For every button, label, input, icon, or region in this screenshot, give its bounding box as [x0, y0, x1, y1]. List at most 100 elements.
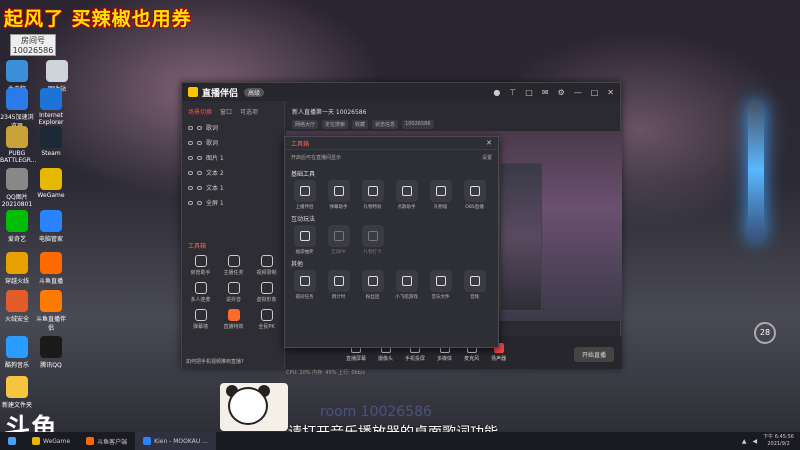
dialog-tool-item[interactable]: 音乐文件: [427, 270, 454, 300]
avatar-icon[interactable]: ●: [493, 88, 500, 97]
desktop-icon[interactable]: 斗鱼直播伴侣: [34, 290, 68, 332]
dialog-tool-item[interactable]: 上播伴侣: [291, 180, 318, 210]
toolbox-item[interactable]: 说抖音: [217, 282, 250, 303]
side-preview-window[interactable]: [500, 163, 542, 311]
help-hint[interactable]: 如何把手机视频推到直播?: [186, 358, 244, 365]
app-logo: 直播伴侣: [188, 86, 238, 99]
go-live-button[interactable]: 开始直播: [573, 347, 614, 362]
scene-tabs: 场景切换 窗口 可选项: [182, 101, 284, 120]
lock-icon[interactable]: [197, 140, 202, 145]
start-button[interactable]: [0, 432, 24, 450]
dialog-tool-item[interactable]: 弹幕助手: [325, 180, 352, 210]
desktop-icon[interactable]: 穿越火线: [0, 252, 34, 285]
room-meta-item[interactable]: 收藏: [352, 120, 369, 129]
dialog-tool-item[interactable]: 音频: [461, 270, 488, 300]
desktop-icon[interactable]: 斗鱼直播: [34, 252, 68, 285]
dialog-tool-item[interactable]: 粉丝团: [359, 270, 386, 300]
layer-item[interactable]: 文本 1: [182, 180, 284, 195]
dialog-tool-item[interactable]: 点歌助手: [393, 180, 420, 210]
settings-icon[interactable]: ⚙: [558, 88, 565, 97]
dialog-tool-item[interactable]: 礼物墙: [427, 180, 454, 210]
lock-icon[interactable]: [197, 170, 202, 175]
dialog-tool-item[interactable]: 夜间任务: [291, 270, 318, 300]
desktop-icon[interactable]: 新建文件夹: [0, 376, 34, 409]
layer-item[interactable]: 图片 1: [182, 150, 284, 165]
close-icon[interactable]: ✕: [607, 88, 614, 97]
layer-item[interactable]: 全屏 1: [182, 195, 284, 210]
shirt-icon[interactable]: ⊤: [509, 88, 516, 97]
layer-item[interactable]: 文本 2: [182, 165, 284, 180]
speed-bubble[interactable]: 28: [754, 322, 776, 344]
dialog-tool-item[interactable]: 互动PK: [325, 225, 352, 255]
desktop-icon[interactable]: 爱奇艺: [0, 210, 34, 243]
eye-icon[interactable]: [188, 155, 193, 160]
dialog-tool-item[interactable]: 礼物打卡: [359, 225, 386, 255]
tab-window[interactable]: 窗口: [220, 107, 232, 116]
layer-item[interactable]: 歌词: [182, 120, 284, 135]
toolbox-item[interactable]: 视频录制: [250, 255, 283, 276]
dialog-settings-link[interactable]: 设置: [482, 154, 492, 161]
room-title[interactable]: 新人直播第一天 10026586: [292, 107, 616, 116]
lock-icon[interactable]: [197, 200, 202, 205]
network-icon[interactable]: ▲: [742, 438, 747, 445]
dialog-tool-item[interactable]: OBS直播: [461, 180, 488, 210]
eye-icon[interactable]: [188, 185, 193, 190]
eye-icon[interactable]: [188, 200, 193, 205]
eye-icon[interactable]: [188, 170, 193, 175]
desktop-icon[interactable]: 电脑管家: [34, 210, 68, 243]
version-tag[interactable]: 高级: [244, 87, 265, 97]
taskbar-item[interactable]: WeGame: [24, 432, 78, 450]
tab-options[interactable]: 可选项: [240, 107, 258, 116]
lock-icon[interactable]: [197, 125, 202, 130]
clock[interactable]: 下午 6:45:56 2021/9/2: [763, 434, 794, 448]
app-titlebar: 直播伴侣 高级 ● ⊤ □ ✉ ⚙ — □ ✕: [182, 83, 620, 101]
tool-tile: [327, 270, 350, 292]
lock-icon[interactable]: [197, 155, 202, 160]
taskbar-item[interactable]: Kien - MOOKAU ...: [135, 432, 216, 450]
titlebar-icons: ● ⊤ □ ✉ ⚙ — □ ✕: [493, 88, 614, 97]
volume-icon[interactable]: ◀: [753, 438, 758, 445]
dialog-tool-item[interactable]: 福袋抽奖: [291, 225, 318, 255]
desktop-icon[interactable]: 腾讯QQ: [34, 336, 68, 369]
tool-icon: [333, 276, 344, 286]
maximize-icon[interactable]: □: [591, 88, 599, 97]
desktop-icon[interactable]: PUBG BATTLEGR...: [0, 126, 36, 164]
desktop-icon[interactable]: Internet Explorer: [34, 88, 68, 126]
desktop-icon[interactable]: QQ图片20210801: [0, 168, 34, 208]
tool-icon: [299, 276, 310, 286]
left-panel: 场景切换 窗口 可选项 歌词 歌词 图片 1 文本 2 文本 1 全屏 1 工具箱 房管助…: [182, 101, 285, 369]
dialog-tool-item[interactable]: 礼物特效: [359, 180, 386, 210]
toolbox-item[interactable]: 弹幕墙: [184, 309, 217, 330]
gift-icon[interactable]: □: [525, 88, 533, 97]
desktop-icon[interactable]: WeGame: [34, 168, 68, 199]
toolbox-dialog: 工具箱 ✕ 开启后可在直播间显示 设置 基础工具 上播伴侣 弹幕助手 礼物特效 点歌助手…: [284, 136, 499, 348]
desktop-icon[interactable]: 火绒安全: [0, 290, 34, 323]
toolbox-item[interactable]: 全民PK: [250, 309, 283, 330]
tab-scene[interactable]: 场景切换: [188, 107, 212, 116]
eye-icon[interactable]: [188, 125, 193, 130]
room-meta-item[interactable]: 网络大厅: [292, 120, 319, 129]
minimize-icon[interactable]: —: [574, 88, 582, 97]
dialog-tool-item[interactable]: 小飞船游戏: [393, 270, 420, 300]
desktop-icon[interactable]: 酷狗音乐: [0, 336, 34, 369]
lock-icon[interactable]: [197, 185, 202, 190]
toolbox-item[interactable]: 直播特效: [217, 309, 250, 330]
desktop-icon-label: 火绒安全: [4, 316, 29, 323]
toolbox-item[interactable]: 主播任务: [217, 255, 250, 276]
room-meta-item[interactable]: 状态信息: [372, 120, 399, 129]
toolbox-item[interactable]: 多人连麦: [184, 282, 217, 303]
dialog-tool-label: 上播伴侣: [295, 205, 314, 210]
desktop-icon[interactable]: 2345加速浏览器: [0, 88, 34, 130]
close-icon[interactable]: ✕: [486, 139, 492, 147]
layer-label: 全屏 1: [206, 200, 224, 207]
desktop-icon[interactable]: Steam: [34, 126, 68, 157]
taskbar-item[interactable]: 斗鱼客户端: [78, 432, 135, 450]
toolbox-item[interactable]: 虚拟形象: [250, 282, 283, 303]
layer-item[interactable]: 歌词: [182, 135, 284, 150]
mail-icon[interactable]: ✉: [542, 88, 549, 97]
dialog-tool-item[interactable]: 倒计时: [325, 270, 352, 300]
eye-icon[interactable]: [188, 140, 193, 145]
toolbox-item[interactable]: 房管助手: [184, 255, 217, 276]
room-meta-item[interactable]: 10026586: [402, 120, 434, 129]
room-meta-item[interactable]: 定位搜索: [322, 120, 349, 129]
